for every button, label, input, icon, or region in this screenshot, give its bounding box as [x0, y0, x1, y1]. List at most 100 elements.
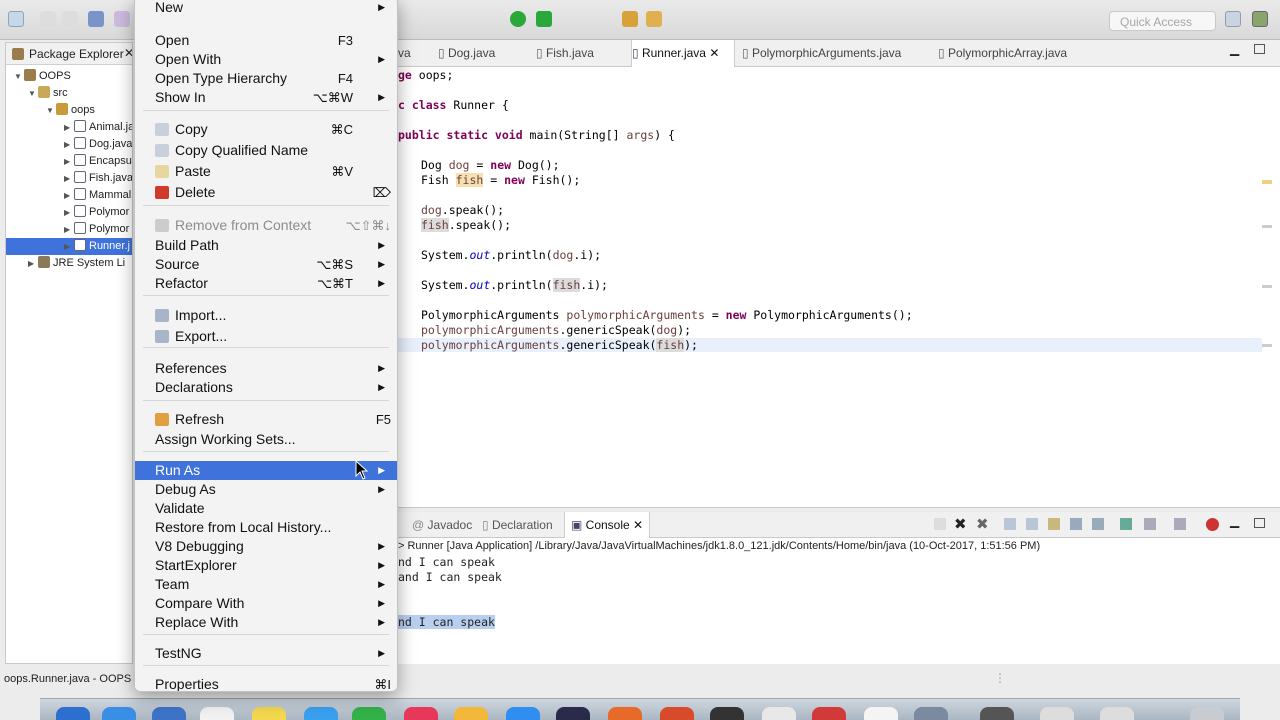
- expand-toggle-icon[interactable]: ▼: [28, 85, 38, 102]
- tree-item[interactable]: ▶ Animal.ja: [6, 119, 132, 136]
- word-wrap-icon[interactable]: [1048, 518, 1060, 530]
- tab-javadoc[interactable]: @ Javadoc: [412, 518, 472, 532]
- menu-item-start-explorer[interactable]: StartExplorer ▶: [135, 556, 397, 575]
- run-icon[interactable]: [536, 11, 552, 27]
- menu-item-refactor[interactable]: Refactor ⌥⌘T ▶: [135, 274, 397, 293]
- menu-item-open-type-hierarchy[interactable]: Open Type Hierarchy F4: [135, 69, 397, 88]
- expand-toggle-icon[interactable]: ▼: [14, 68, 24, 85]
- java-perspective-icon[interactable]: [1252, 11, 1268, 27]
- facetime-icon[interactable]: [352, 707, 386, 720]
- tree-item[interactable]: ▶ Dog.java: [6, 136, 132, 153]
- minimize-icon[interactable]: ▁: [1230, 514, 1239, 528]
- display-console-icon[interactable]: [1144, 518, 1156, 530]
- scroll-lock-icon[interactable]: [1026, 518, 1038, 530]
- expand-toggle-icon[interactable]: ▶: [64, 204, 74, 221]
- remove-all-icon[interactable]: ✖: [976, 515, 989, 533]
- safari-icon[interactable]: [102, 707, 136, 720]
- tab-partial[interactable]: va: [398, 46, 411, 60]
- eclipse-icon[interactable]: [556, 707, 590, 720]
- maximize-icon[interactable]: [1254, 518, 1265, 528]
- photos-icon[interactable]: [454, 707, 488, 720]
- menu-item-copy-qualified[interactable]: Copy Qualified Name: [135, 141, 397, 160]
- back-icon[interactable]: [622, 11, 638, 27]
- menu-item-properties[interactable]: Properties ⌘I: [135, 675, 397, 691]
- tree-item[interactable]: ▶ Encapsu: [6, 153, 132, 170]
- close-icon[interactable]: ✕: [633, 518, 643, 532]
- menu-item-debug-as[interactable]: Debug As ▶: [135, 480, 397, 499]
- app-store-icon[interactable]: [506, 707, 540, 720]
- folder-icon[interactable]: [980, 707, 1014, 720]
- menu-item-restore-history[interactable]: Restore from Local History...: [135, 518, 397, 537]
- debug-icon[interactable]: [510, 11, 526, 27]
- downloads-icon[interactable]: [1040, 707, 1074, 720]
- tab-runner-java[interactable]: ▯ Runner.java ✕: [631, 40, 735, 67]
- tree-item[interactable]: ▼ OOPS: [6, 68, 132, 85]
- terminate-icon[interactable]: [934, 518, 946, 530]
- menu-item-assign-working-sets[interactable]: Assign Working Sets...: [135, 430, 397, 449]
- music-icon[interactable]: [404, 707, 438, 720]
- expand-toggle-icon[interactable]: ▶: [64, 153, 74, 170]
- tree-item[interactable]: ▼ oops: [6, 102, 132, 119]
- show-stdout-icon[interactable]: [1070, 518, 1082, 530]
- expand-toggle-icon[interactable]: ▼: [46, 102, 56, 119]
- overview-ruler-mark[interactable]: [1262, 180, 1272, 184]
- tree-item[interactable]: ▶ Fish.java: [6, 170, 132, 187]
- close-icon[interactable]: ✕: [709, 46, 719, 60]
- open-perspective-icon[interactable]: [1225, 11, 1241, 27]
- tab-console[interactable]: ▣ Console ✕: [564, 512, 651, 538]
- menu-item-open-with[interactable]: Open With ▶: [135, 50, 397, 69]
- tab-dog-java[interactable]: ▯ Dog.java: [438, 46, 495, 60]
- menu-item-import[interactable]: Import...: [135, 306, 397, 325]
- menu-item-refresh[interactable]: Refresh F5: [135, 410, 397, 429]
- menu-item-validate[interactable]: Validate: [135, 499, 397, 518]
- expand-toggle-icon[interactable]: ▶: [64, 221, 74, 238]
- menu-item-build-path[interactable]: Build Path ▶: [135, 236, 397, 255]
- tree-item[interactable]: ▶ JRE System Li: [6, 255, 132, 272]
- expand-toggle-icon[interactable]: ▶: [64, 170, 74, 187]
- trash-icon[interactable]: [1190, 707, 1224, 720]
- pin-console-icon[interactable]: [1120, 518, 1132, 530]
- menu-item-paste[interactable]: Paste ⌘V: [135, 162, 397, 181]
- tree-item[interactable]: ▶ Polymor: [6, 204, 132, 221]
- remove-launch-icon[interactable]: ✖: [954, 515, 967, 533]
- tree-item[interactable]: ▶ Polymor: [6, 221, 132, 238]
- clear-console-icon[interactable]: [1004, 518, 1016, 530]
- minimize-icon[interactable]: ▁: [1230, 42, 1239, 56]
- menu-item-new[interactable]: New ▶: [135, 0, 397, 17]
- tab-fish-java[interactable]: ▯ Fish.java: [536, 46, 594, 60]
- finder-icon[interactable]: [56, 707, 90, 720]
- quick-access-input[interactable]: Quick Access: [1109, 11, 1216, 31]
- menu-item-references[interactable]: References ▶: [135, 359, 397, 378]
- tool-icon[interactable]: [114, 11, 130, 27]
- calendar-icon[interactable]: [200, 707, 234, 720]
- menu-item-show-in[interactable]: Show In ⌥⌘W ▶: [135, 88, 397, 107]
- menu-item-open[interactable]: Open F3: [135, 31, 397, 50]
- menu-item-replace-with[interactable]: Replace With ▶: [135, 613, 397, 632]
- app-icon[interactable]: [812, 707, 846, 720]
- tree-item[interactable]: ▶ Mammal: [6, 187, 132, 204]
- expand-toggle-icon[interactable]: ▶: [64, 238, 74, 255]
- mail-icon[interactable]: [152, 707, 186, 720]
- documents-icon[interactable]: [1100, 707, 1134, 720]
- expand-toggle-icon[interactable]: ▶: [64, 136, 74, 153]
- tree-item[interactable]: ▶ Runner.j: [6, 238, 132, 255]
- terminal-icon[interactable]: [710, 707, 744, 720]
- menu-item-copy[interactable]: Copy ⌘C: [135, 120, 397, 139]
- menu-item-declarations[interactable]: Declarations ▶: [135, 378, 397, 397]
- show-stderr-icon[interactable]: [1092, 518, 1104, 530]
- open-console-icon[interactable]: [1174, 518, 1186, 530]
- chrome-icon[interactable]: [762, 707, 796, 720]
- print-icon[interactable]: [88, 11, 104, 27]
- menu-item-v8-debugging[interactable]: V8 Debugging ▶: [135, 537, 397, 556]
- preview-icon[interactable]: [864, 707, 898, 720]
- menu-item-delete[interactable]: Delete ⌦: [135, 183, 397, 202]
- menu-item-export[interactable]: Export...: [135, 327, 397, 346]
- messages-icon[interactable]: [304, 707, 338, 720]
- menu-item-team[interactable]: Team ▶: [135, 575, 397, 594]
- expand-toggle-icon[interactable]: ▶: [28, 255, 38, 272]
- menu-item-source[interactable]: Source ⌥⌘S ▶: [135, 255, 397, 274]
- new-wizard-icon[interactable]: [8, 11, 24, 27]
- expand-toggle-icon[interactable]: ▶: [64, 119, 74, 136]
- expand-toggle-icon[interactable]: ▶: [64, 187, 74, 204]
- maximize-icon[interactable]: [1254, 44, 1265, 54]
